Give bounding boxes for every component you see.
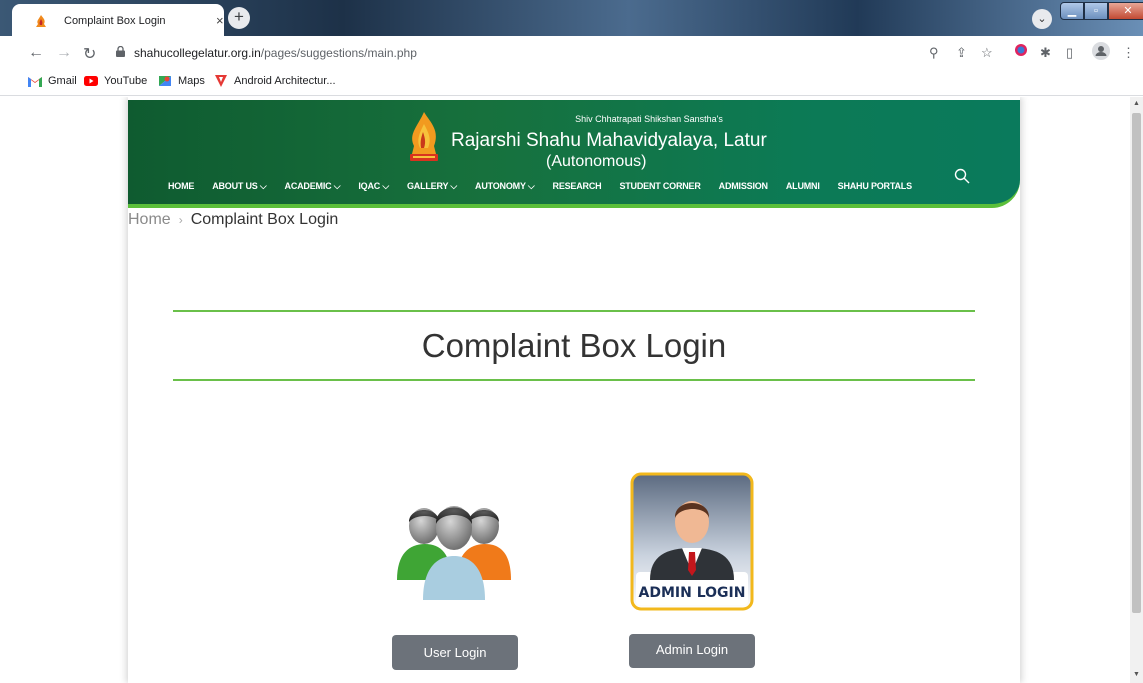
nav-home[interactable]: HOME [168,181,194,192]
breadcrumb: Home › Complaint Box Login [128,211,338,229]
scroll-up-arrow-icon[interactable]: ▲ [1133,100,1140,107]
search-icon[interactable] [954,168,970,184]
nav-student-corner[interactable]: STUDENT CORNER [619,181,700,192]
close-window-button[interactable]: ✕ [1108,2,1143,20]
bookmark-star-icon[interactable]: ☆ [981,45,993,61]
nav-shahu-portals[interactable]: SHAHU PORTALS [838,181,912,192]
page-title: Complaint Box Login [421,327,727,364]
bookmark-label: YouTube [104,75,148,87]
site-header: Shiv Chhatrapati Shikshan Sanstha's Raja… [128,100,1020,208]
android-arch-icon [215,75,227,87]
college-name: Rajarshi Shahu Mahavidyalaya, Latur [451,130,767,151]
bookmark-gmail[interactable]: Gmail [28,75,77,87]
breadcrumb-separator: › [178,213,183,227]
bookmark-android-architecture[interactable]: Android Architectur... [214,75,336,87]
maps-icon [159,76,171,86]
url-host: shahucollegelatur.org.in [134,46,261,60]
scrollbar-thumb[interactable] [1132,113,1141,613]
share-icon[interactable]: ⇪ [956,45,967,61]
new-tab-button[interactable]: + [228,7,250,29]
bookmarks-bar: Gmail YouTube Maps Android Architectur..… [0,70,1143,96]
maximize-button[interactable]: ▫ [1084,2,1108,20]
window-controls: ▁ ▫ ✕ [1060,2,1143,24]
heading-bottom-divider [173,379,975,381]
tab-close-icon[interactable]: × [216,13,224,28]
nav-about-us[interactable]: ABOUT US ⌵ [212,181,267,192]
url-path: /pages/suggestions/main.php [260,46,417,60]
user-group-icon[interactable] [395,482,513,600]
admin-login-button[interactable]: Admin Login [629,634,755,668]
nav-academic[interactable]: ACADEMIC ⌵ [285,181,341,192]
browser-tabstrip: Complaint Box Login × + ⌄ ▁ ▫ ✕ [0,0,1143,36]
kebab-menu-icon[interactable]: ⋮ [1122,45,1135,61]
browser-tab[interactable]: Complaint Box Login × [12,4,224,36]
browser-toolbar: ← → ↻ shahucollegelatur.org.in/pages/sug… [0,36,1143,70]
minimize-button[interactable]: ▁ [1060,2,1084,20]
user-login-button[interactable]: User Login [392,635,518,670]
tab-title: Complaint Box Login [64,15,166,27]
gmail-icon [28,77,42,87]
nav-admission[interactable]: ADMISSION [719,181,768,192]
flame-favicon-icon [36,15,46,27]
bookmark-maps[interactable]: Maps [158,75,205,87]
lock-icon [116,46,125,57]
admin-badge-text: ADMIN LOGIN [639,585,746,601]
breadcrumb-home-link[interactable]: Home [128,211,171,229]
bookmark-youtube[interactable]: YouTube [84,75,147,87]
page-scrollbar[interactable]: ▲ ▼ [1130,97,1143,683]
bookmark-label: Maps [178,75,205,87]
url-text: shahucollegelatur.org.in/pages/suggestio… [134,46,417,60]
address-bar[interactable]: shahucollegelatur.org.in/pages/suggestio… [104,40,1004,66]
nav-autonomy[interactable]: AUTONOMY ⌵ [475,181,535,192]
nav-research[interactable]: RESEARCH [553,181,602,192]
nav-iqac[interactable]: IQAC ⌵ [358,181,389,192]
reload-icon[interactable]: ↻ [83,44,96,64]
heading-top-divider [173,310,975,312]
scroll-down-arrow-icon[interactable]: ▼ [1133,671,1140,678]
nav-gallery[interactable]: GALLERY ⌵ [407,181,457,192]
profile-avatar-icon[interactable] [1092,42,1110,63]
side-panel-icon[interactable]: ▯ [1066,45,1073,61]
extension-color-icon[interactable] [1014,43,1028,60]
bookmark-label: Android Architectur... [234,75,336,87]
youtube-icon [84,76,98,86]
bookmark-label: Gmail [48,75,77,87]
tab-search-chevron-icon[interactable]: ⌄ [1032,9,1052,29]
forward-arrow-icon[interactable]: → [56,44,72,62]
autonomous-label: (Autonomous) [546,153,647,170]
zoom-icon[interactable]: ⚲ [929,45,939,61]
admin-login-badge-icon[interactable]: ADMIN LOGIN [630,472,754,611]
sanstha-name: Shiv Chhatrapati Shikshan Sanstha's [575,114,723,124]
breadcrumb-current: Complaint Box Login [190,211,339,228]
extensions-puzzle-icon[interactable]: ✱ [1040,45,1051,61]
back-arrow-icon[interactable]: ← [28,44,44,62]
nav-alumni[interactable]: ALUMNI [786,181,820,192]
main-navigation: HOME ABOUT US ⌵ ACADEMIC ⌵ IQAC ⌵ GALLER… [168,181,930,192]
page-viewport: Shiv Chhatrapati Shikshan Sanstha's Raja… [0,97,1130,683]
